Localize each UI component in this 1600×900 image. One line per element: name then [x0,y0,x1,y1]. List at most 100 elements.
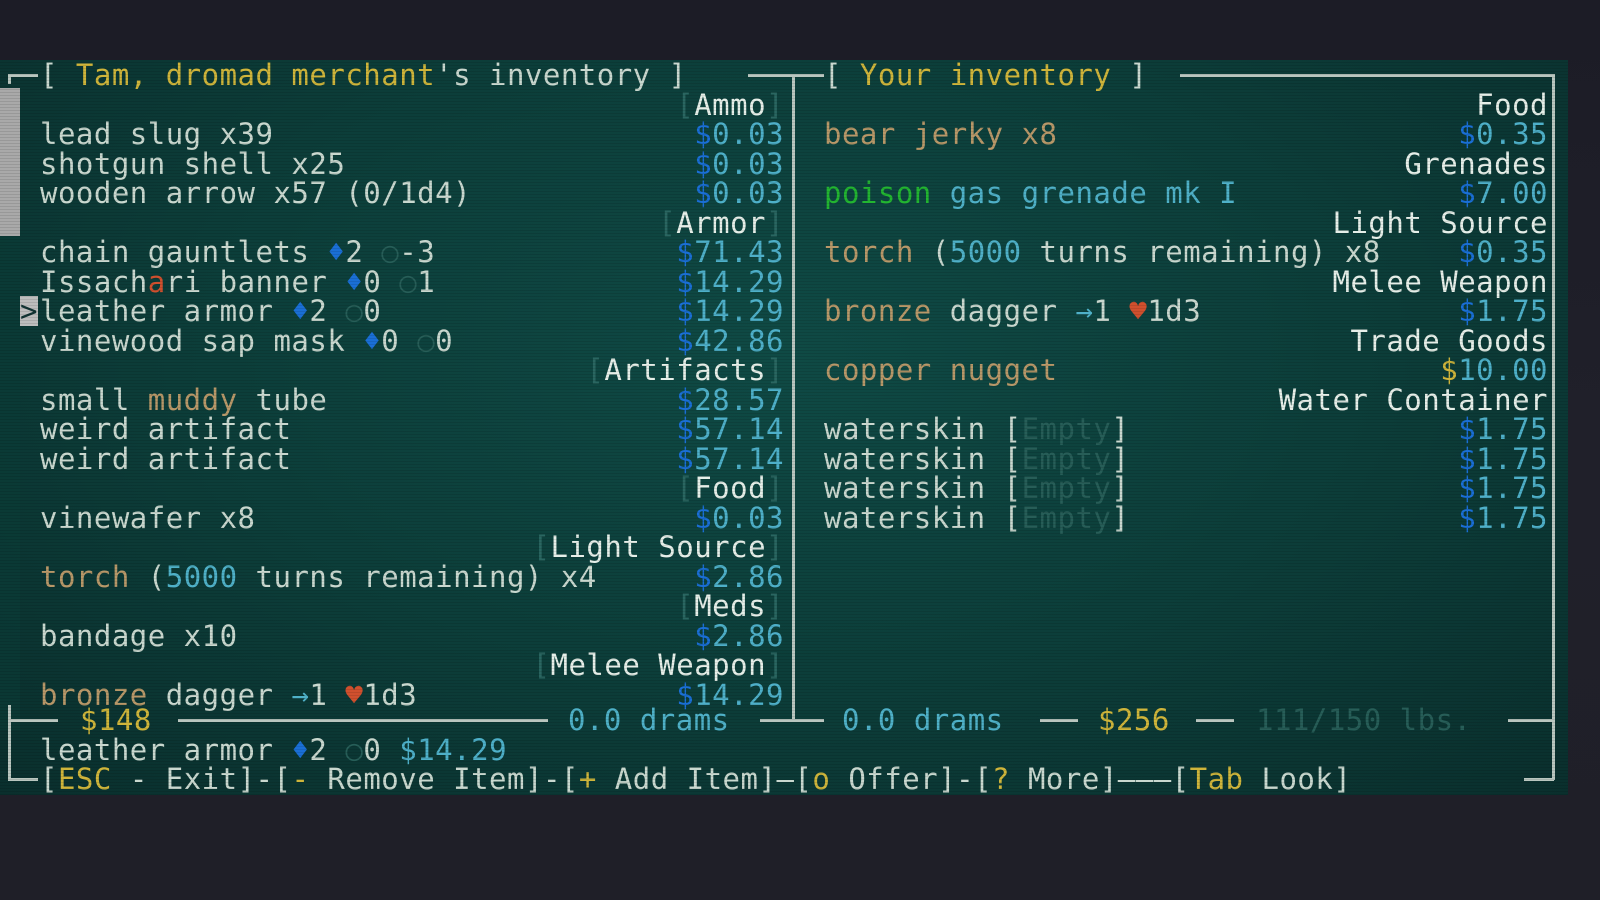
more-button[interactable]: [? More] [974,762,1118,795]
inventory-item[interactable]: torch (5000 turns remaining) x8 [824,237,1381,267]
item-name-part: dagger [147,677,292,712]
bracket-open: [ [1003,500,1022,535]
item-name: wooden arrow x57 (0/1d4) [40,176,472,210]
item-price: $0.03 [694,119,784,149]
inventory-item[interactable]: > leather armor ♦2 ○0 [20,296,381,326]
heart-icon: ♥ [1129,294,1148,328]
item-price: $71.43 [676,237,784,267]
bracket-open: [ [676,589,695,623]
inventory-item[interactable]: waterskin [Empty] [824,503,1129,533]
item-price: $28.57 [676,385,784,415]
item-price: $14.29 [676,296,784,326]
dodge-icon: ○ [381,235,400,269]
frame-top-right [1180,74,1554,77]
item-price: $42.86 [676,326,784,356]
inventory-item[interactable]: weird artifact [40,414,291,444]
bracket-open: [ [676,87,695,122]
inventory-item[interactable]: Issachari banner ♦0 ○1 [40,267,435,297]
tab-look-button[interactable]: [Tab Look] [1172,762,1352,795]
frame-bottom-right [1524,778,1554,781]
inventory-item[interactable]: chain gauntlets ♦2 ○-3 [40,237,435,267]
frame-top-mid [748,74,824,77]
item-price: $10.00 [1440,355,1548,385]
remove-key: - [291,762,310,795]
footer-bar: [ESC - Exit]-[- Remove Item]-[+ Add Item… [40,762,1352,795]
item-pv: 1 [309,677,328,712]
category-header: Melee Weapon [1332,267,1548,297]
item-name: copper nugget [824,353,1058,387]
item-name-part: dagger [931,294,1076,328]
selection-cursor-icon: > [20,294,38,328]
inventory-item[interactable]: waterskin [Empty] [824,473,1129,503]
inventory-item[interactable]: copper nugget [824,355,1057,385]
frame-status-center [760,719,824,722]
remove-item-button[interactable]: [- Remove Item] [274,762,543,795]
inventory-item[interactable]: torch (5000 turns remaining) x4 [40,562,597,592]
category-header: Food [1476,90,1548,120]
inventory-item[interactable]: waterskin [Empty] [824,444,1129,474]
inventory-item[interactable]: weird artifact [40,444,291,474]
bracket: [ [40,60,76,92]
panel-divider [792,74,795,720]
inventory-item[interactable]: vinewood sap mask ♦0 ○0 [40,326,453,356]
item-name: weird artifact [40,441,292,476]
item-damage: 1d3 [1147,294,1202,328]
item-dv: 1 [417,264,436,299]
add-label: Add Item [596,762,759,795]
item-name-effect: poison [824,176,932,210]
item-price: $2.86 [694,562,784,592]
player-panel-title: [ Your inventory ] [824,60,1147,90]
item-name-part: turns remaining) x4 [237,559,597,594]
inventory-item[interactable]: shotgun shell x25 [40,149,345,179]
inventory-item[interactable]: waterskin [Empty] [824,414,1129,444]
esc-exit-button[interactable]: [ESC - Exit] [40,762,256,795]
bracket: ] [1111,60,1148,92]
tab-key: Tab [1189,762,1244,795]
category-header: Grenades [1404,149,1548,179]
item-price: $1.75 [1458,296,1548,326]
scrollbar-thumb[interactable] [0,88,20,236]
trade-screen: [ Tam, dromad merchant's inventory ] [ Y… [0,60,1568,795]
inventory-item[interactable]: poison gas grenade mk I [824,178,1237,208]
title-suffix: 's inventory ] [435,60,687,92]
item-name: vinewood sap mask [40,323,346,358]
item-price: $7.00 [1458,178,1548,208]
inventory-item[interactable]: bandage x10 [40,621,238,651]
frame-status-left [8,719,58,722]
frame-status-r2 [1196,719,1234,722]
inventory-item[interactable]: bronze dagger →1 ♥1d3 [824,296,1201,326]
penetration-icon: → [291,677,310,712]
category-header: [Armor] [658,208,784,238]
inventory-item[interactable]: small muddy tube [40,385,327,415]
item-name: bear jerky x8 [824,117,1058,151]
tab-label: Look [1243,762,1334,795]
item-price: $1.75 [1458,444,1548,474]
item-price: $1.75 [1458,503,1548,533]
merchant-name: Tam, dromad merchant [75,60,436,92]
player-weight: 111/150 lbs. [1256,703,1472,737]
item-price: $57.14 [676,414,784,444]
add-item-button[interactable]: [+ Add Item] [561,762,777,795]
dodge-icon: ○ [399,264,418,299]
inventory-item[interactable]: wooden arrow x57 (0/1d4) [40,178,471,208]
player-title: Your inventory [859,60,1112,92]
frame-top-left [8,74,38,77]
player-drams: 0.0 drams [842,703,1004,737]
inventory-item[interactable]: lead slug x39 [40,119,273,149]
item-name-part: ( [129,559,166,594]
selected-item-summary: leather armor ♦2 ○0 $14.29 [40,735,507,765]
item-turns: 5000 [949,235,1022,269]
inventory-item[interactable]: bear jerky x8 [824,119,1057,149]
category-header: Water Container [1279,385,1548,415]
item-price: $0.03 [694,178,784,208]
item-name-material: bronze [824,294,932,328]
offer-button[interactable]: [o Offer] [794,762,956,795]
frame-right [1552,74,1555,780]
armor-icon: ♦ [363,323,382,358]
category-header: [Melee Weapon] [533,650,784,680]
item-price: $57.14 [676,444,784,474]
bracket-close: ] [1111,500,1130,535]
esc-key: ESC [57,762,112,795]
penetration-icon: → [1075,294,1094,328]
inventory-item[interactable]: vinewafer x8 [40,503,256,533]
